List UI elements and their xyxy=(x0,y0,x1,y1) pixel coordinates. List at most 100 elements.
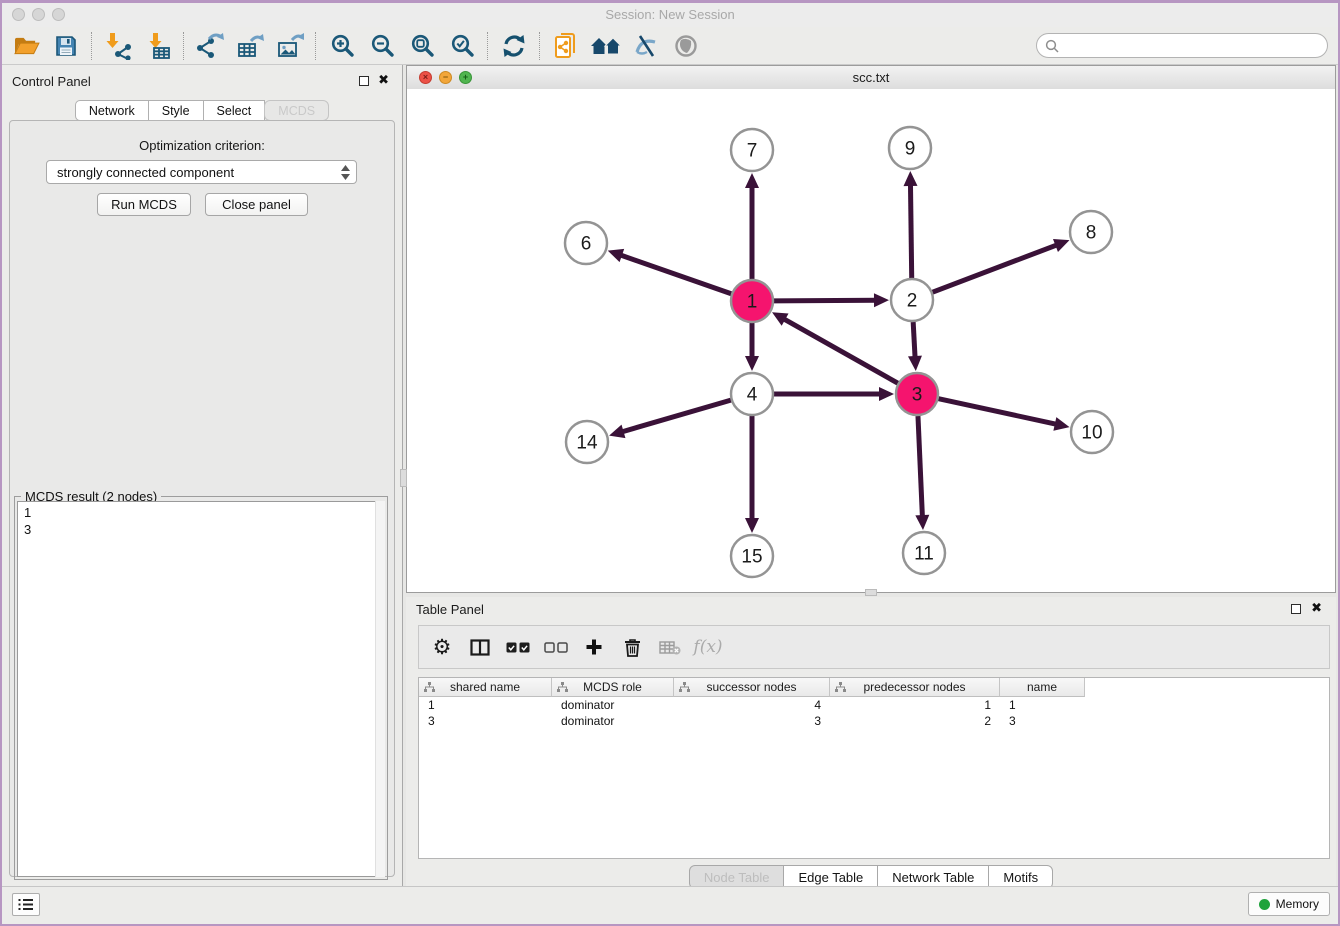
zoom-fit-button[interactable] xyxy=(402,30,442,62)
tab-mcds[interactable]: MCDS xyxy=(264,100,329,121)
select-all-columns-icon[interactable] xyxy=(503,632,533,662)
graph-edge-2-8[interactable] xyxy=(933,244,1059,292)
export-table-icon xyxy=(236,32,264,60)
hide-graphics-details-button[interactable] xyxy=(626,30,666,62)
column-header-name[interactable]: name xyxy=(1000,678,1085,697)
export-image-button[interactable] xyxy=(270,30,310,62)
control-panel-title: Control Panel xyxy=(12,74,91,89)
app-window: Session: New Session xyxy=(0,0,1340,926)
show-graphics-details-button[interactable] xyxy=(666,30,706,62)
deselect-all-columns-icon[interactable] xyxy=(541,632,571,662)
node-table-body: 1dominator4113dominator323 xyxy=(419,697,1329,729)
table-row[interactable]: 1dominator411 xyxy=(419,697,1329,713)
column-header-shared-name[interactable]: shared name xyxy=(419,678,552,697)
tab-network[interactable]: Network xyxy=(75,100,149,121)
column-header-label: name xyxy=(1027,680,1057,694)
memory-button[interactable]: Memory xyxy=(1248,892,1330,916)
list-icon xyxy=(18,898,34,911)
graph-edge-arrowhead xyxy=(874,293,889,307)
network-canvas[interactable]: 7968124314101511 xyxy=(407,89,1335,592)
run-mcds-button[interactable]: Run MCDS xyxy=(97,193,191,216)
close-table-panel-icon[interactable]: ✖ xyxy=(1311,600,1322,616)
graph-edge-arrowhead xyxy=(904,171,918,186)
graph-edge-1-6[interactable] xyxy=(619,255,731,294)
graph-node-label: 6 xyxy=(581,234,592,255)
split-view-icon[interactable] xyxy=(465,632,495,662)
table-cell: dominator xyxy=(552,714,674,728)
control-panel-tabs: NetworkStyleSelectMCDS xyxy=(2,100,402,121)
export-table-button[interactable] xyxy=(230,30,270,62)
control-panel: Control Panel ✖ NetworkStyleSelectMCDS O… xyxy=(2,65,403,887)
function-builder-icon[interactable]: f(x) xyxy=(693,632,723,662)
save-session-button[interactable] xyxy=(46,30,86,62)
zoom-in-button[interactable] xyxy=(322,30,362,62)
export-network-icon xyxy=(196,32,224,60)
import-network-icon xyxy=(104,32,132,60)
graph-node-label: 9 xyxy=(905,139,916,160)
graph-edge-arrowhead xyxy=(745,173,759,188)
hierarchy-icon xyxy=(679,682,690,696)
column-header-MCDS-role[interactable]: MCDS role xyxy=(552,678,674,697)
graph-edge-1-2[interactable] xyxy=(774,300,877,301)
table-cell: 3 xyxy=(1000,714,1085,728)
table-cell: 3 xyxy=(419,714,552,728)
tab-style[interactable]: Style xyxy=(148,100,204,121)
hierarchy-icon xyxy=(557,682,568,696)
graph-edge-3-1[interactable] xyxy=(782,318,897,383)
graph-edge-3-11[interactable] xyxy=(918,416,922,518)
toolbar-separator xyxy=(487,32,489,60)
open-folder-icon xyxy=(13,34,40,57)
graph-edge-arrowhead xyxy=(609,425,625,438)
table-cell: 4 xyxy=(674,698,830,712)
graph-node-label: 10 xyxy=(1081,423,1102,444)
float-table-panel-icon[interactable] xyxy=(1291,604,1301,614)
graph-edge-arrowhead xyxy=(908,356,922,371)
column-header-predecessor-nodes[interactable]: predecessor nodes xyxy=(830,678,1000,697)
delete-column-icon[interactable] xyxy=(617,632,647,662)
zoom-out-button[interactable] xyxy=(362,30,402,62)
graph-node-label: 2 xyxy=(907,291,918,312)
table-row[interactable]: 3dominator323 xyxy=(419,713,1329,729)
graph-node-label: 11 xyxy=(914,544,934,565)
graph-edge-2-3[interactable] xyxy=(913,322,915,359)
graph-edge-4-14[interactable] xyxy=(621,400,731,432)
table-cell: 1 xyxy=(1000,698,1085,712)
delete-table-icon[interactable] xyxy=(655,632,685,662)
tab-select[interactable]: Select xyxy=(203,100,266,121)
table-panel: Table Panel ✖ ⚙ f(x) xyxy=(406,597,1336,887)
search-input[interactable] xyxy=(1064,38,1319,54)
graph-edge-2-9[interactable] xyxy=(910,183,911,278)
open-session-button[interactable] xyxy=(6,30,46,62)
title-bar: Session: New Session xyxy=(2,3,1338,28)
result-scrollbar[interactable] xyxy=(375,501,385,877)
zoom-selected-button[interactable] xyxy=(442,30,482,62)
toolbar-separator xyxy=(91,32,93,60)
settings-icon[interactable]: ⚙ xyxy=(427,632,457,662)
panel-splitter-handle[interactable] xyxy=(865,589,877,596)
close-panel-icon[interactable]: ✖ xyxy=(378,72,389,88)
refresh-view-button[interactable] xyxy=(494,30,534,62)
close-panel-button[interactable]: Close panel xyxy=(205,193,308,216)
add-column-icon[interactable] xyxy=(579,632,609,662)
import-table-button[interactable] xyxy=(138,30,178,62)
node-table: shared nameMCDS role successor nodes prede… xyxy=(418,677,1330,859)
panel-splitter-handle[interactable] xyxy=(400,469,407,487)
import-network-button[interactable] xyxy=(98,30,138,62)
column-header-successor-nodes[interactable]: successor nodes xyxy=(674,678,830,697)
graph-edge-3-10[interactable] xyxy=(938,399,1057,425)
column-header-label: successor nodes xyxy=(706,680,796,694)
clone-network-button[interactable] xyxy=(546,30,586,62)
graph-edge-arrowhead xyxy=(745,356,759,371)
graph-node-label: 1 xyxy=(747,292,758,313)
first-neighbors-button[interactable] xyxy=(586,30,626,62)
graph-edge-arrowhead xyxy=(1053,417,1069,431)
show-panels-button[interactable] xyxy=(12,893,40,916)
optimization-criterion-select[interactable]: strongly connected component xyxy=(46,160,357,184)
float-panel-icon[interactable] xyxy=(359,76,369,86)
criterion-value: strongly connected component xyxy=(57,165,234,180)
graph-node-label: 7 xyxy=(747,141,758,162)
graph-edge-arrowhead xyxy=(915,515,929,530)
export-network-button[interactable] xyxy=(190,30,230,62)
network-title: scc.txt xyxy=(407,70,1335,85)
search-box xyxy=(1036,33,1328,58)
